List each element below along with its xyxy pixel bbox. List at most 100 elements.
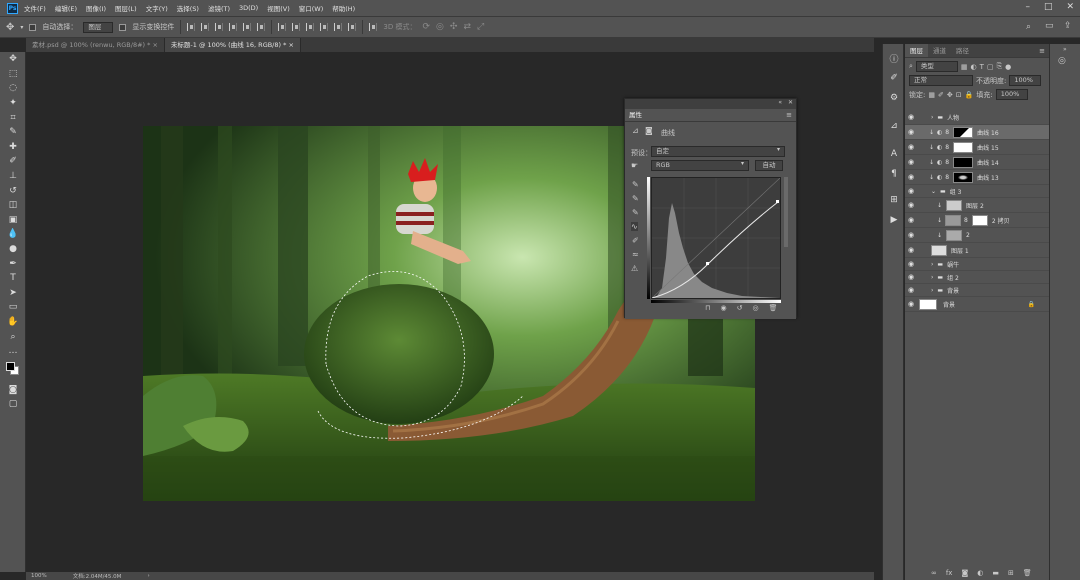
smooth-icon[interactable]: ≈ (632, 250, 639, 259)
visibility-eye-icon[interactable]: ◉ (905, 260, 917, 268)
new-layer-icon[interactable]: ⊞ (1008, 569, 1014, 577)
glyphs-icon[interactable]: ⊞ (883, 190, 905, 210)
distribute-bottom-icon[interactable] (306, 23, 315, 31)
dodge-tool-icon[interactable]: ● (0, 242, 26, 257)
visibility-eye-icon[interactable]: ◉ (905, 273, 917, 281)
visibility-eye-icon[interactable]: ◉ (905, 113, 917, 121)
minimize-icon[interactable]: – (1025, 2, 1030, 12)
link-layers-icon[interactable]: ∞ (931, 569, 937, 577)
clipping-warning-icon[interactable]: ⚠ (631, 264, 638, 273)
visibility-icon[interactable]: ◎ (752, 304, 758, 312)
libraries-icon[interactable]: ◎ (1058, 56, 1066, 66)
expand-chevron-icon[interactable]: › (931, 261, 933, 268)
curve-point-tool-icon[interactable]: ∿ (631, 222, 638, 231)
brush-settings-icon[interactable]: ✐ (883, 68, 905, 88)
quick-mask-icon[interactable]: ◙ (0, 382, 26, 397)
share-icon[interactable]: ⇪ (1064, 21, 1072, 31)
menu-image[interactable]: 图像(I) (86, 3, 106, 13)
expand-chevron-icon[interactable]: › (931, 287, 933, 294)
properties-titlebar[interactable]: « ✕ (625, 99, 796, 109)
layer-thumb[interactable] (919, 298, 937, 310)
white-point-eyedropper-icon[interactable]: ✎ (632, 208, 639, 217)
layer-mask-thumb[interactable] (971, 214, 988, 226)
properties-panel[interactable]: « ✕ 属性 ≡ ⊿ ◙ 曲线 预设： 自定 ▾ ☛ RGB ▾ 自动 ✎ ✎ … (624, 98, 797, 319)
zoom-level[interactable]: 100% (31, 573, 47, 579)
3d-roll-icon[interactable]: ◎ (436, 22, 444, 32)
layer-group[interactable]: ◉ ⌄ ▬ 组 3 (905, 185, 1049, 198)
preset-dropdown[interactable]: 自定 (651, 146, 785, 157)
auto-button[interactable]: 自动 (755, 160, 783, 171)
visibility-eye-icon[interactable]: ◉ (905, 187, 917, 195)
tool-preset-dropdown-icon[interactable]: ▾ (20, 24, 23, 31)
opacity-input[interactable]: 100% (1009, 75, 1042, 86)
tab-paths[interactable]: 路径 (951, 44, 974, 57)
align-top-icon[interactable] (187, 23, 196, 31)
align-vcenter-icon[interactable] (201, 23, 210, 31)
visibility-eye-icon[interactable]: ◉ (905, 246, 917, 254)
show-transform-checkbox[interactable] (119, 23, 127, 31)
new-adjustment-icon[interactable]: ◐ (977, 569, 983, 577)
auto-select-dropdown[interactable]: 图层 (83, 21, 114, 33)
layer-curves[interactable]: ◉ ↓ ◐ 8 曲线 15 (905, 140, 1049, 155)
properties-scrollbar[interactable] (784, 177, 788, 247)
clip-to-layer-icon[interactable]: ⊓ (705, 304, 710, 312)
canvas-area[interactable]: « ✕ 属性 ≡ ⊿ ◙ 曲线 预设： 自定 ▾ ☛ RGB ▾ 自动 ✎ ✎ … (26, 52, 874, 572)
view-previous-icon[interactable]: ◉ (720, 304, 726, 312)
visibility-eye-icon[interactable]: ◉ (905, 143, 917, 151)
type-tool-icon[interactable]: T (0, 271, 26, 286)
visibility-eye-icon[interactable]: ◉ (905, 158, 917, 166)
filter-smart-icon[interactable]: ⎘ (997, 62, 1003, 71)
crop-tool-icon[interactable]: ⌗ (0, 110, 26, 125)
3d-scale-icon[interactable]: ⤢ (477, 22, 484, 32)
eraser-tool-icon[interactable]: ◫ (0, 198, 26, 213)
3d-rotate-icon[interactable]: ⟳ (422, 22, 430, 32)
blend-mode-dropdown[interactable]: 正常 (909, 75, 973, 86)
close-icon[interactable]: × (288, 41, 293, 49)
distribute-right-icon[interactable] (348, 23, 357, 31)
layer-thumb[interactable] (946, 229, 963, 241)
layer-pixel[interactable]: ◉ ↓ 8 2 拷贝 (905, 213, 1049, 228)
filter-adjust-icon[interactable]: ◐ (971, 63, 977, 71)
expand-chevron-icon[interactable]: ⌄ (931, 188, 936, 195)
layer-background[interactable]: ◉ 背景 🔒 (905, 297, 1049, 312)
delete-layer-icon[interactable]: 🗑 (1023, 569, 1032, 577)
path-select-icon[interactable]: ➤ (0, 286, 26, 301)
shape-tool-icon[interactable]: ▭ (0, 300, 26, 315)
menu-file[interactable]: 文件(F) (24, 3, 46, 13)
tab-channels[interactable]: 通道 (928, 44, 951, 57)
marquee-tool-icon[interactable]: ⬚ (0, 67, 26, 82)
lock-paint-icon[interactable]: ✐ (938, 91, 944, 99)
visibility-eye-icon[interactable]: ◉ (905, 286, 917, 294)
distribute-top-icon[interactable] (278, 23, 287, 31)
pen-tool-icon[interactable]: ✒ (0, 256, 26, 271)
adjustments-icon[interactable]: ⚙ (883, 88, 905, 108)
screen-mode-icon[interactable]: ▢ (0, 397, 26, 412)
visibility-eye-icon[interactable]: ◉ (905, 173, 917, 181)
hand-tool-icon[interactable]: ✋ (0, 315, 26, 330)
auto-select-checkbox[interactable] (29, 23, 37, 31)
reset-icon[interactable]: ↺ (737, 304, 743, 312)
character-icon[interactable]: A (883, 144, 905, 164)
tab-properties[interactable]: 属性 (625, 109, 651, 121)
align-bottom-icon[interactable] (215, 23, 224, 31)
expand-chevron-icon[interactable]: › (931, 274, 933, 281)
auto-align-icon[interactable] (369, 23, 378, 31)
curves-graph[interactable] (651, 177, 781, 299)
distribute-hcenter-icon[interactable] (334, 23, 343, 31)
filter-toggle-icon[interactable]: ● (1005, 63, 1011, 71)
layer-curves[interactable]: ◉ ↓ ◐ 8 曲线 13 (905, 170, 1049, 185)
lock-all-icon[interactable]: 🔒 (965, 91, 974, 99)
collapse-icon[interactable]: « (778, 99, 782, 106)
layer-pixel[interactable]: ◉ ↓ 图层 2 (905, 198, 1049, 213)
tab-sucai[interactable]: 素材.psd @ 100% (renwu, RGB/8#) * × (26, 38, 165, 52)
layer-thumb[interactable] (931, 244, 947, 256)
layer-curves[interactable]: ◉ ↓ ◐ 8 曲线 14 (905, 155, 1049, 170)
status-arrow-icon[interactable]: › (147, 573, 149, 579)
stamp-tool-icon[interactable]: ⊥ (0, 169, 26, 184)
layer-group[interactable]: ◉ › ▬ 人物 (905, 110, 1049, 125)
visibility-eye-icon[interactable]: ◉ (905, 128, 917, 136)
on-image-adjust-icon[interactable]: ☛ (631, 161, 638, 170)
align-right-icon[interactable] (257, 23, 266, 31)
layer-mask-thumb[interactable] (953, 126, 974, 138)
layer-pixel[interactable]: ◉ 图层 1 (905, 243, 1049, 258)
